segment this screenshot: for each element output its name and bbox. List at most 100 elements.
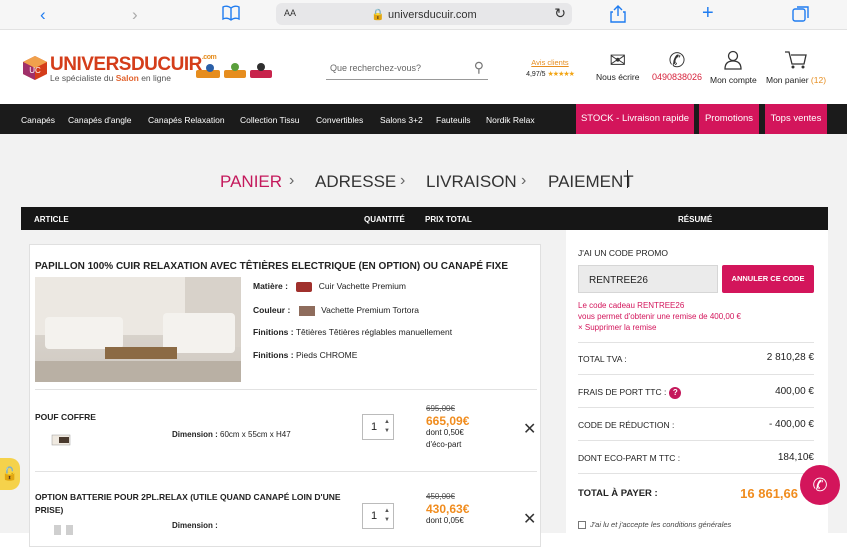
item-price: 450,00€ 430,63€ dont 0,05€ (426, 491, 469, 527)
search-icon[interactable]: ⚲ (474, 59, 484, 76)
shipping-value: 400,00 € (775, 386, 814, 397)
divider (578, 407, 814, 408)
text-cursor (627, 170, 628, 188)
reload-icon[interactable]: ↻ (554, 5, 566, 22)
call-phone-icon[interactable]: ✆ (800, 465, 840, 505)
customer-reviews[interactable]: Avis clients 4,97/5 ★★★★★ (514, 58, 586, 78)
new-price: 665,09€ (426, 414, 470, 428)
remove-item-close-icon[interactable]: ✕ (523, 419, 536, 439)
step-livraison[interactable]: LIVRAISON (426, 172, 517, 192)
pouf-thumbnail[interactable] (50, 431, 82, 447)
url-bar[interactable]: AA 🔒 universducuir.com ↻ (276, 3, 572, 25)
cart-icon (766, 50, 826, 75)
lock-icon[interactable]: 🔓 (0, 458, 20, 490)
chevron-right-icon: › (521, 172, 527, 189)
rating-stars-icon: ★★★★★ (547, 71, 575, 78)
color-swatch (298, 305, 315, 316)
couleur-label: Couleur : (253, 305, 291, 315)
nav-item-canapes[interactable]: Canapés (21, 115, 55, 125)
promo-code-value: RENTREE26 (589, 275, 648, 286)
finitions-label: Finitions : (253, 350, 294, 360)
finitions-value-pieds: Pieds CHROME (295, 350, 358, 360)
remove-discount-link[interactable]: × Supprimer la remise (578, 322, 814, 333)
logo-suffix: .com (201, 54, 217, 61)
cgv-checkbox[interactable] (578, 521, 586, 530)
eco-part-value: 184,10€ (777, 452, 814, 463)
step-paiement[interactable]: PAIEMENT (548, 172, 634, 192)
search-input[interactable]: Que recherchez-vous? ⚲ (326, 56, 488, 80)
reviews-rate: 4,97/5 (526, 71, 546, 78)
nav-item-salons[interactable]: Salons 3+2 (380, 115, 423, 125)
write-us-link[interactable]: ✉ Nous écrire (596, 50, 639, 82)
plus-icon[interactable]: + (702, 3, 714, 23)
nav-item-convertibles[interactable]: Convertibles (316, 115, 363, 125)
cart-link[interactable]: Mon panier (12) (766, 50, 826, 85)
tabs-icon[interactable] (792, 5, 810, 28)
leather-icon (296, 281, 313, 292)
nav-item-tissu[interactable]: Collection Tissu (240, 115, 300, 125)
step-panier[interactable]: PANIER (220, 172, 282, 192)
logo-tagline: Le spécialiste du Salon en ligne (50, 73, 171, 83)
info-icon[interactable]: ? (669, 387, 682, 399)
divider (578, 473, 814, 474)
step-adresse[interactable]: ADRESSE (315, 172, 396, 192)
forward-icon[interactable]: › (132, 5, 138, 25)
divider (35, 389, 537, 390)
chevron-right-icon: › (289, 172, 295, 189)
promo-msg-line1: Le code cadeau RENTREE26 (578, 301, 685, 310)
cart-count-badge: (12) (810, 75, 827, 85)
quantity-stepper[interactable]: 1 ▲ ▼ (362, 414, 394, 440)
total-label: TOTAL À PAYER : (578, 488, 658, 499)
matiere-label: Matière : (253, 281, 288, 291)
search-placeholder: Que recherchez-vous? (330, 63, 422, 73)
sofa-characters-illustration (196, 62, 274, 80)
cancel-promo-button[interactable]: ANNULER CE CODE (722, 265, 814, 293)
product-image[interactable] (35, 277, 241, 382)
reviews-title[interactable]: Avis clients (514, 58, 586, 67)
finitions-value-tetieres: Têtières Têtières réglables manuellement (295, 327, 453, 337)
matiere-value: Cuir Vachette Premium (318, 281, 406, 291)
promo-code-input[interactable]: RENTREE26 (578, 265, 718, 293)
total-tva-label: TOTAL TVA : (578, 354, 627, 364)
couleur-value: Vachette Premium Tortora (321, 305, 420, 315)
product-title: PAPILLON 100% CUIR RELAXATION AVEC TÊTIÈ… (35, 261, 509, 272)
remove-item-close-icon[interactable]: ✕ (523, 509, 536, 529)
nav-item-fauteuils[interactable]: Fauteuils (436, 115, 471, 125)
quantity-stepper[interactable]: 1 ▲ ▼ (362, 503, 394, 529)
total-value: 16 861,66 (740, 486, 798, 501)
dimension-label: Dimension : (172, 521, 218, 530)
order-summary: J'AI UN CODE PROMO RENTREE26 ANNULER CE … (566, 230, 828, 533)
eco-part-label: DONT ECO-PART M TTC : (578, 453, 681, 463)
col-resume: RÉSUMÉ (678, 215, 713, 224)
promo-message: Le code cadeau RENTREE26 vous permet d'o… (578, 300, 814, 333)
battery-thumbnail[interactable] (50, 521, 82, 537)
phone-link[interactable]: ✆ 0490838026 (652, 50, 702, 82)
cart-group: PAPILLON 100% CUIR RELAXATION AVEC TÊTIÈ… (29, 244, 541, 547)
url-text: universducuir.com (388, 9, 477, 21)
nav-item-relaxation[interactable]: Canapés Relaxation (148, 115, 225, 125)
book-icon[interactable] (222, 5, 240, 26)
account-label: Mon compte (710, 75, 757, 85)
stepper-arrows-icon[interactable]: ▲ ▼ (384, 418, 390, 436)
promotions-button[interactable]: Promotions (699, 104, 759, 134)
nav-item-nordik[interactable]: Nordik Relax (486, 115, 535, 125)
cart-panel: PAPILLON 100% CUIR RELAXATION AVEC TÊTIÈ… (21, 230, 555, 547)
stock-button[interactable]: STOCK - Livraison rapide (576, 104, 694, 134)
finitions-label: Finitions : (253, 327, 294, 337)
dimension-label: Dimension : (172, 430, 218, 439)
cgv-row[interactable]: J'ai lu et j'accepte les conditions géné… (578, 520, 732, 530)
logo-mark-icon[interactable]: UC (22, 55, 48, 81)
cgv-label: J'ai lu et j'accepte les conditions géné… (590, 520, 732, 529)
share-icon[interactable] (610, 5, 626, 28)
stepper-arrows-icon[interactable]: ▲ ▼ (384, 507, 390, 525)
divider (578, 440, 814, 441)
browser-toolbar: ‹ › AA 🔒 universducuir.com ↻ + (0, 0, 847, 30)
item-name: OPTION BATTERIE POUR 2PL.RELAX (UTILE QU… (35, 492, 341, 515)
phone-number: 0490838026 (652, 72, 703, 82)
nav-item-canapes-angle[interactable]: Canapés d'angle (68, 115, 132, 125)
back-icon[interactable]: ‹ (40, 5, 46, 25)
chevron-right-icon: › (400, 172, 406, 189)
tops-ventes-button[interactable]: Tops ventes (765, 104, 827, 134)
divider (35, 471, 537, 472)
account-link[interactable]: Mon compte (710, 50, 757, 85)
